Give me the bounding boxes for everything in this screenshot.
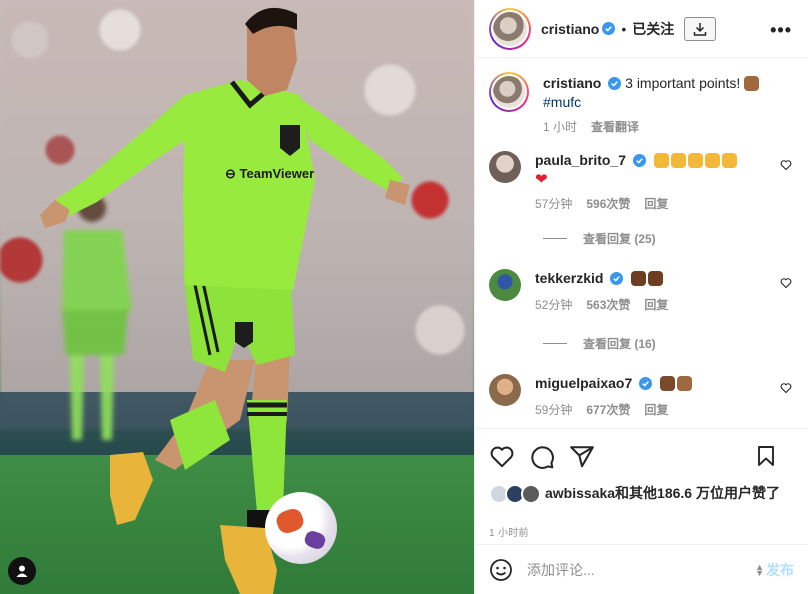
stepper-icon: ▲ ▼ xyxy=(755,561,764,578)
football xyxy=(265,492,337,564)
more-icon: ••• xyxy=(770,20,792,40)
smile-icon xyxy=(490,558,512,581)
save-button[interactable] xyxy=(754,444,780,470)
more-options-button[interactable]: ••• xyxy=(770,20,792,41)
bookmark-icon xyxy=(758,446,774,466)
caption-avatar[interactable] xyxy=(489,72,529,112)
share-icon xyxy=(570,445,594,467)
verified-badge-icon xyxy=(610,272,624,285)
emoji-button[interactable] xyxy=(489,558,513,582)
svg-text:⊖ TeamViewer: ⊖ TeamViewer xyxy=(225,166,314,181)
reply-button[interactable]: 回复 xyxy=(644,195,668,214)
post-comment-button[interactable]: ▲ ▼ 发布 xyxy=(755,560,794,580)
following-status[interactable]: 已关注 xyxy=(632,19,674,39)
verified-badge-icon xyxy=(639,377,653,390)
like-button[interactable] xyxy=(489,444,515,470)
download-icon xyxy=(694,22,707,36)
comments-section: cristiano 3 important points! #mufc 1 小时… xyxy=(475,58,808,428)
see-translation-button[interactable]: 查看翻译 xyxy=(591,118,639,137)
like-comment-heart-icon[interactable] xyxy=(780,159,792,171)
flexed-biceps-icon xyxy=(631,271,647,286)
comment-time: 52分钟 xyxy=(535,298,573,312)
heart-icon xyxy=(490,446,514,467)
download-button[interactable] xyxy=(684,16,717,41)
hashtag-link[interactable]: #mufc xyxy=(543,94,581,110)
share-button[interactable] xyxy=(569,444,595,470)
author-username[interactable]: cristiano xyxy=(541,21,599,37)
caption: cristiano 3 important points! #mufc 1 小时… xyxy=(489,72,794,137)
reply-button[interactable]: 回复 xyxy=(644,401,668,420)
verified-badge-icon xyxy=(608,77,622,90)
divider-line xyxy=(543,238,567,239)
comment-likes-count[interactable]: 563次赞 xyxy=(586,296,630,315)
user-tag-button[interactable] xyxy=(8,557,36,585)
verified-badge-icon xyxy=(602,22,616,35)
clapping-hands-icon xyxy=(704,153,720,168)
comment: miguelpaixao7 59分钟 677次赞 回复 xyxy=(489,374,794,420)
caption-time: 1 小时 xyxy=(543,120,578,134)
comment-icon xyxy=(531,445,554,469)
clapping-hands-icon xyxy=(687,153,703,168)
like-comment-heart-icon[interactable] xyxy=(780,277,792,289)
flexed-biceps-icon xyxy=(744,76,760,91)
verified-badge-icon xyxy=(632,154,646,167)
commenter-avatar[interactable] xyxy=(489,269,521,301)
view-replies-label: 查看回复 (25) xyxy=(583,232,656,246)
instagram-post: ⊖ TeamViewer cristiano • 已关注 ••• cristia… xyxy=(0,0,808,594)
view-replies-button[interactable]: 查看回复 (25) xyxy=(543,230,794,247)
add-comment-input[interactable]: 添加评论... xyxy=(527,560,755,580)
commenter-avatar[interactable] xyxy=(489,374,521,406)
comment: paula_brito_7 ❤ 57分钟 596次赞 回复 xyxy=(489,151,794,214)
comment-likes-count[interactable]: 596次赞 xyxy=(586,195,630,214)
commenter-username[interactable]: paula_brito_7 xyxy=(535,152,626,168)
clapping-hands-icon xyxy=(660,376,676,391)
likes-summary: awbissaka和其他186.6 万位用户赞了 xyxy=(475,484,808,524)
user-tag-icon xyxy=(16,565,28,577)
flexed-biceps-icon xyxy=(677,376,693,391)
reply-button[interactable]: 回复 xyxy=(644,296,668,315)
caption-text: 3 important points! xyxy=(625,75,741,91)
comment-button[interactable] xyxy=(529,444,555,470)
liker-avatars xyxy=(489,484,543,506)
separator-dot: • xyxy=(621,20,627,37)
post-side-panel: cristiano • 已关注 ••• cristiano 3 importan… xyxy=(474,0,808,594)
clapping-hands-icon xyxy=(721,153,737,168)
comment-likes-count[interactable]: 677次赞 xyxy=(586,401,630,420)
comment-time: 59分钟 xyxy=(535,403,573,417)
player-figure: ⊖ TeamViewer xyxy=(40,7,410,594)
likes-text[interactable]: awbissaka和其他186.6 万位用户赞了 xyxy=(545,484,780,502)
post-photo[interactable]: ⊖ TeamViewer xyxy=(0,0,474,594)
post-label: 发布 xyxy=(766,561,794,578)
clapping-hands-icon xyxy=(653,153,669,168)
comment-time: 57分钟 xyxy=(535,197,573,211)
like-comment-heart-icon[interactable] xyxy=(780,382,792,394)
caption-username[interactable]: cristiano xyxy=(543,75,601,91)
flexed-biceps-icon xyxy=(648,271,664,286)
post-actions-bar xyxy=(475,428,808,484)
post-timestamp: 1 小时前 xyxy=(489,528,529,539)
commenter-username[interactable]: tekkerzkid xyxy=(535,270,603,286)
comment: tekkerzkid 52分钟 563次赞 回复 xyxy=(489,269,794,315)
author-avatar[interactable] xyxy=(489,7,531,50)
post-header: cristiano • 已关注 ••• xyxy=(475,0,808,58)
red-heart-icon: ❤ xyxy=(535,171,548,188)
commenter-username[interactable]: miguelpaixao7 xyxy=(535,375,632,391)
commenter-avatar[interactable] xyxy=(489,151,521,183)
clapping-hands-icon xyxy=(670,153,686,168)
divider-line xyxy=(543,343,567,344)
view-replies-label: 查看回复 (16) xyxy=(583,337,656,351)
add-comment-bar: 添加评论... ▲ ▼ 发布 xyxy=(475,544,808,594)
liker-avatar xyxy=(521,484,541,504)
view-replies-button[interactable]: 查看回复 (16) xyxy=(543,335,794,352)
